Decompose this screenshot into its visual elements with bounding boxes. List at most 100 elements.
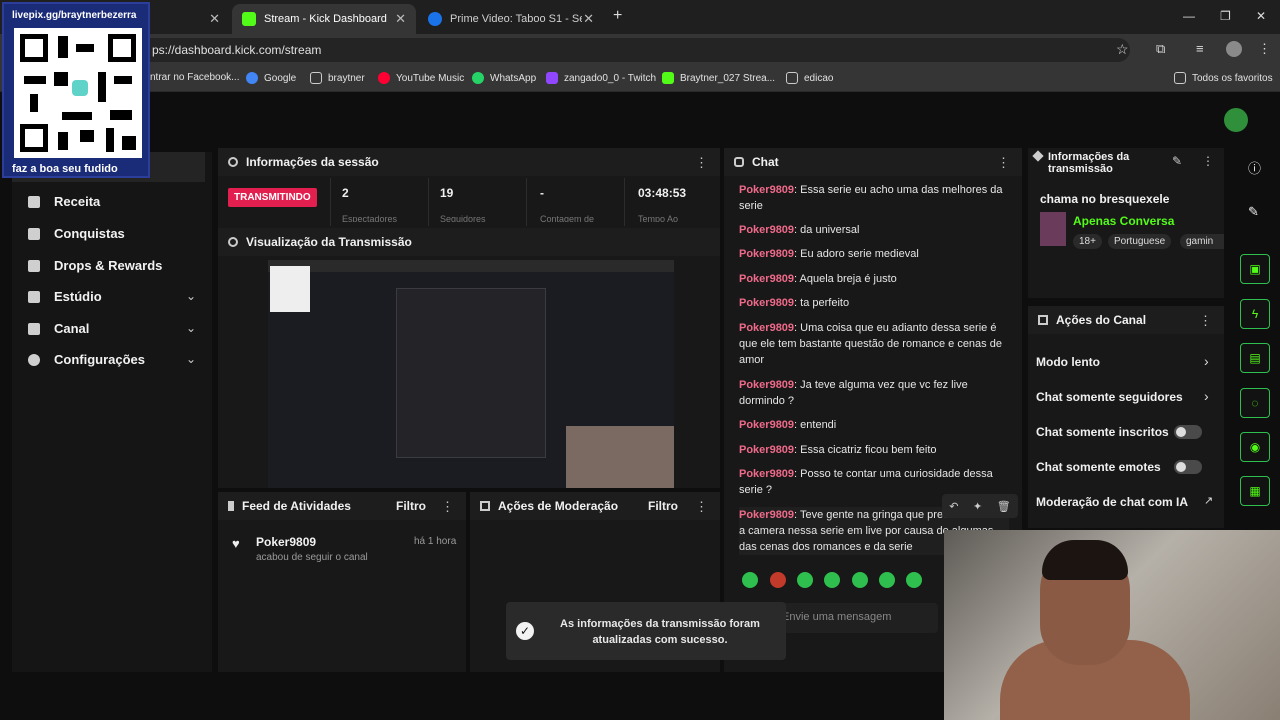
browser-tab-bar: ✕ Stream - Kick Dashboard ✕ Prime Video:… xyxy=(0,0,1280,34)
browser-tab-prime[interactable]: Prime Video: Taboo S1 - Seaso ✕ xyxy=(418,4,604,34)
sidebar-item-drops[interactable]: Drops & Rewards xyxy=(28,258,162,273)
restore-icon[interactable]: ❐ xyxy=(1220,9,1231,23)
sidebar-item-receita[interactable]: Receita xyxy=(28,194,100,209)
stream-preview-video[interactable] xyxy=(268,260,674,488)
qr-bottom-text: faz a boa seu fudido xyxy=(12,163,118,175)
bookmark-whatsapp[interactable]: WhatsApp xyxy=(472,72,536,84)
check-icon: ✓ xyxy=(516,622,534,640)
sidebar-item-canal[interactable]: Canal xyxy=(28,321,89,336)
bookmark-edicao[interactable]: edicao xyxy=(786,72,833,84)
activity-filter-button[interactable]: Filtro xyxy=(396,499,426,513)
sidebar-item-estudio[interactable]: Estúdio xyxy=(28,289,102,304)
activity-user[interactable]: Poker9809 xyxy=(256,535,316,549)
emote-icon[interactable] xyxy=(852,572,868,588)
bookmark-kick[interactable]: Braytner_027 Strea... xyxy=(662,72,775,84)
toast-message: As informações da transmissão foram atua… xyxy=(560,618,760,646)
emote-icon[interactable] xyxy=(742,572,758,588)
lightning-icon: ϟ xyxy=(1251,307,1259,321)
panel-header: Informações da sessão xyxy=(218,148,720,176)
external-link-icon[interactable]: ↗ xyxy=(1204,494,1213,507)
qr-module xyxy=(110,110,132,120)
bookmark-google[interactable]: Google xyxy=(246,72,296,84)
edit-icon[interactable]: ✎ xyxy=(1172,154,1182,168)
category-link[interactable]: Apenas Conversa xyxy=(1073,214,1174,228)
action-ai-moderation[interactable]: Moderação de chat com IA xyxy=(1036,495,1216,509)
chevron-right-icon[interactable]: › xyxy=(1204,353,1209,369)
chat-message: Poker9809: Essa serie eu acho uma das me… xyxy=(739,184,1003,212)
media-icon[interactable]: ≡ xyxy=(1196,41,1204,56)
kebab-menu-icon[interactable]: ⋮ xyxy=(1202,154,1214,168)
kebab-menu-icon[interactable]: ⋮ xyxy=(695,155,708,171)
all-bookmarks[interactable]: Todos os favoritos xyxy=(1174,72,1273,84)
chevron-down-icon[interactable]: ⌄ xyxy=(186,321,196,335)
menu-icon[interactable]: ⋮ xyxy=(1258,41,1271,57)
browser-tab-kick[interactable]: Stream - Kick Dashboard ✕ xyxy=(232,4,416,34)
tag-pill[interactable]: Portuguese xyxy=(1108,234,1172,249)
qr-module xyxy=(122,136,136,150)
emote-icon[interactable] xyxy=(824,572,840,588)
kebab-menu-icon[interactable]: ⋮ xyxy=(695,499,708,515)
activity-time: há 1 hora xyxy=(414,536,457,547)
heart-icon: ♥ xyxy=(232,536,240,551)
moderation-filter-button[interactable]: Filtro xyxy=(648,499,678,513)
stream-title: chama no bresquexele xyxy=(1040,192,1170,206)
toolbar-button[interactable]: ▤ xyxy=(1240,343,1270,373)
bookmark-facebook[interactable]: ntrar no Facebook... xyxy=(150,72,240,83)
tag-pill[interactable]: gamin xyxy=(1180,234,1224,249)
shield-icon xyxy=(1038,315,1048,325)
sidebar-item-configuracoes[interactable]: Configurações xyxy=(28,352,145,367)
emote-icon[interactable] xyxy=(797,572,813,588)
chevron-right-icon[interactable]: › xyxy=(1204,388,1209,404)
toolbar-button[interactable]: ▦ xyxy=(1240,476,1270,506)
kebab-menu-icon[interactable]: ⋮ xyxy=(441,499,454,515)
info-icon[interactable]: ⓘ xyxy=(1248,158,1261,177)
extensions-icon[interactable]: ⧉ xyxy=(1156,41,1165,57)
reply-icon[interactable]: ↶ xyxy=(949,500,958,513)
emote-icon[interactable] xyxy=(770,572,786,588)
bookmark-youtube-music[interactable]: YouTube Music xyxy=(378,72,464,84)
bookmark-twitch[interactable]: zangado0_0 - Twitch xyxy=(546,72,656,84)
window-close-icon[interactable]: ✕ xyxy=(1256,9,1266,23)
subscribers-only-toggle[interactable] xyxy=(1174,425,1202,439)
toolbar-button[interactable]: ◉ xyxy=(1240,432,1270,462)
sidebar-item-conquistas[interactable]: Conquistas xyxy=(28,226,125,241)
new-tab-button[interactable]: + xyxy=(613,7,622,25)
toolbar-button[interactable]: ◌ xyxy=(1240,388,1270,418)
action-slow-mode[interactable]: Modo lento xyxy=(1036,355,1216,369)
chat-message: Poker9809: Aquela breja é justo xyxy=(739,273,897,285)
bookmarks-bar: ntrar no Facebook... Google braytner You… xyxy=(0,66,1280,92)
bookmark-braytner[interactable]: braytner xyxy=(310,72,365,84)
browser-tab-1[interactable]: ✕ xyxy=(150,4,230,34)
tag-pill[interactable]: 18+ xyxy=(1073,234,1102,249)
user-avatar[interactable] xyxy=(1224,108,1248,132)
preview-edit-dialog xyxy=(396,288,546,458)
pencil-icon[interactable]: ✎ xyxy=(1248,204,1259,220)
kebab-menu-icon[interactable]: ⋮ xyxy=(1199,313,1212,329)
chevron-down-icon[interactable]: ⌄ xyxy=(186,352,196,366)
address-bar: ps://dashboard.kick.com/stream ☆ ⧉ ≡ ⋮ xyxy=(0,34,1280,66)
close-icon[interactable]: ✕ xyxy=(209,11,220,27)
close-icon[interactable]: ✕ xyxy=(583,11,594,27)
emote-icon[interactable] xyxy=(879,572,895,588)
action-followers-only[interactable]: Chat somente seguidores xyxy=(1036,390,1216,404)
toolbar-button[interactable]: ▣ xyxy=(1240,254,1270,284)
star-icon[interactable]: ☆ xyxy=(1116,41,1129,58)
kebab-menu-icon[interactable]: ⋮ xyxy=(997,155,1010,171)
panel-header: Feed de Atividades xyxy=(218,492,466,520)
live-time: 03:48:53 xyxy=(638,186,687,200)
emote-icon[interactable] xyxy=(906,572,922,588)
emotes-only-toggle[interactable] xyxy=(1174,460,1202,474)
success-toast: ✓ As informações da transmissão foram at… xyxy=(506,602,786,660)
divider xyxy=(330,178,331,226)
close-icon[interactable]: ✕ xyxy=(395,11,406,27)
pin-icon[interactable]: ✦ xyxy=(973,500,982,513)
trash-icon[interactable]: 🗑 xyxy=(997,500,1011,513)
panel-header: Visualização da Transmissão xyxy=(218,228,720,256)
profile-avatar[interactable] xyxy=(1226,41,1242,57)
url-field[interactable]: ps://dashboard.kick.com/stream xyxy=(140,38,1130,62)
chevron-down-icon[interactable]: ⌄ xyxy=(186,289,196,303)
toolbar-button[interactable]: ϟ xyxy=(1240,299,1270,329)
panel-header: Ações de Moderação xyxy=(470,492,720,520)
minimize-icon[interactable]: — xyxy=(1183,9,1195,23)
category-thumbnail[interactable] xyxy=(1040,212,1066,246)
